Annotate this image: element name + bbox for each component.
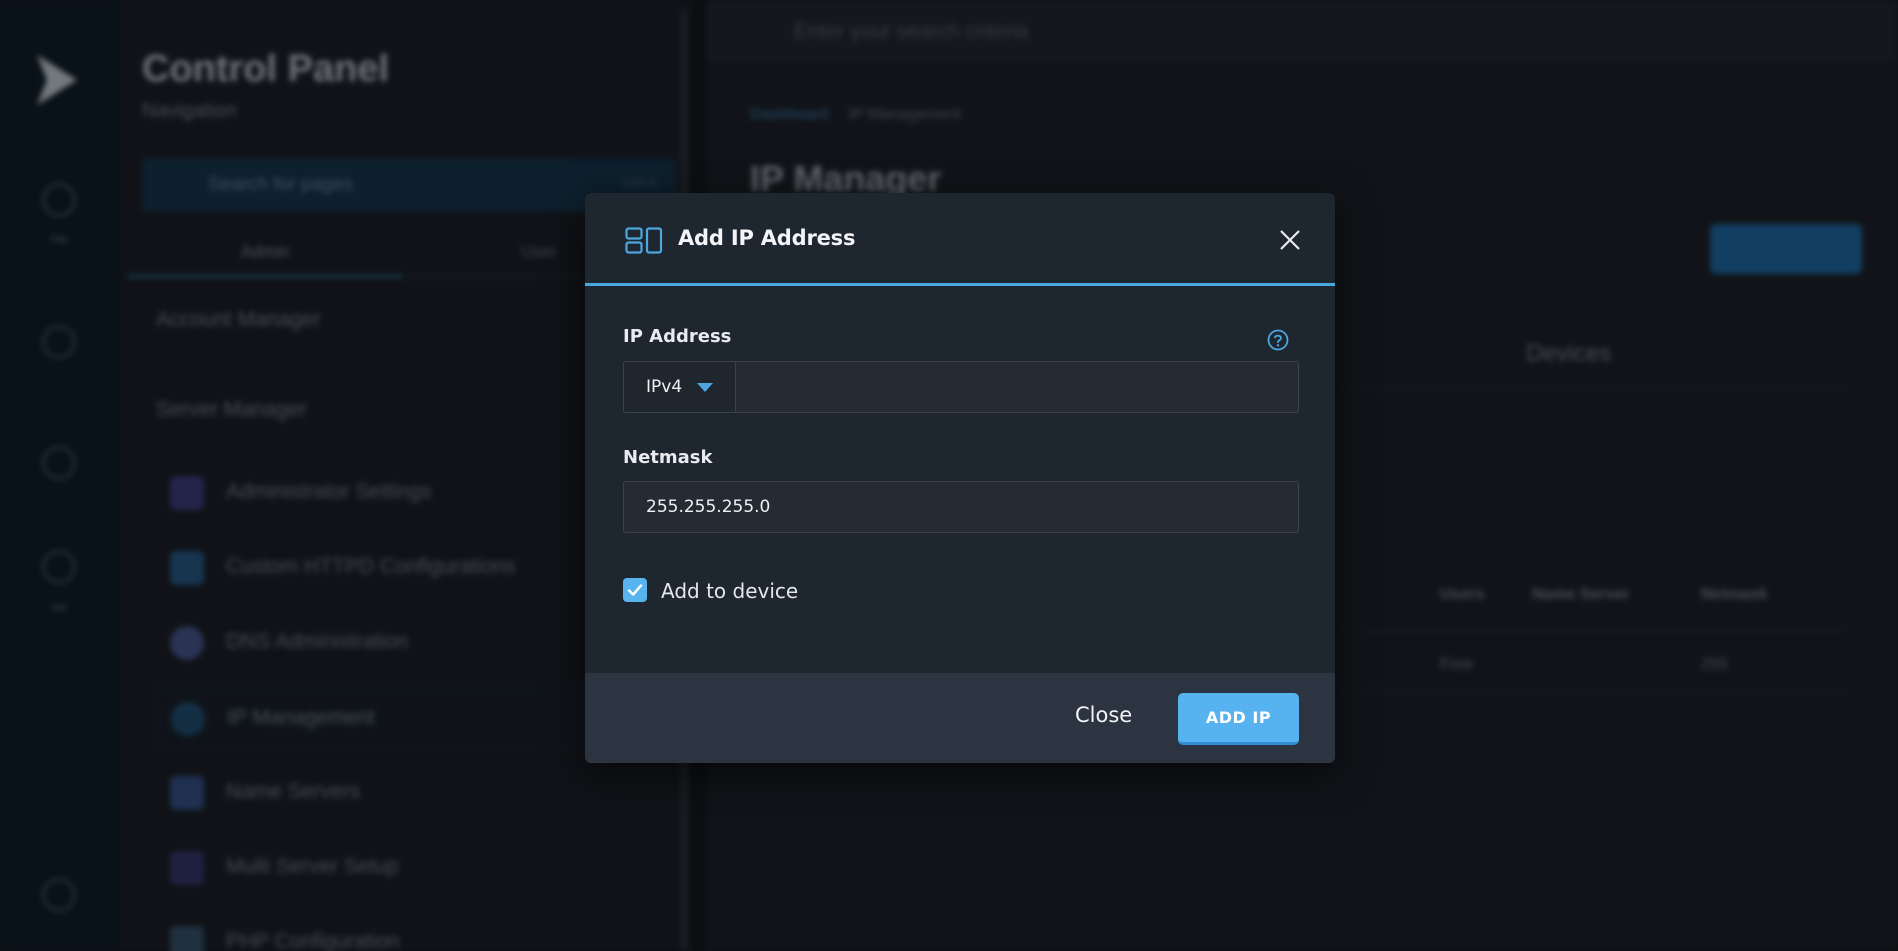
ip-address-input[interactable] <box>735 361 1299 413</box>
add-to-device-label[interactable]: Add to device <box>661 579 798 603</box>
add-to-device-checkbox[interactable] <box>623 578 647 602</box>
close-icon[interactable] <box>1277 227 1303 253</box>
ip-address-label: IP Address <box>623 326 732 347</box>
add-ip-modal: Add IP Address IP Address IPv4 Netmask A… <box>585 193 1335 763</box>
modal-header: Add IP Address <box>585 193 1335 286</box>
modal-footer: Close ADD IP <box>585 673 1335 763</box>
ip-version-value: IPv4 <box>646 377 683 397</box>
caret-down-icon <box>697 383 713 392</box>
close-button[interactable]: Close <box>1075 703 1132 727</box>
help-icon[interactable] <box>1267 329 1289 351</box>
check-icon <box>627 584 643 596</box>
netmask-input[interactable] <box>623 481 1299 533</box>
ip-address-group: IPv4 <box>623 361 1299 413</box>
add-ip-button[interactable]: ADD IP <box>1178 693 1299 745</box>
devices-icon <box>625 227 663 254</box>
modal-title: Add IP Address <box>678 226 856 250</box>
ip-version-select[interactable]: IPv4 <box>623 361 736 413</box>
netmask-label: Netmask <box>623 447 713 468</box>
